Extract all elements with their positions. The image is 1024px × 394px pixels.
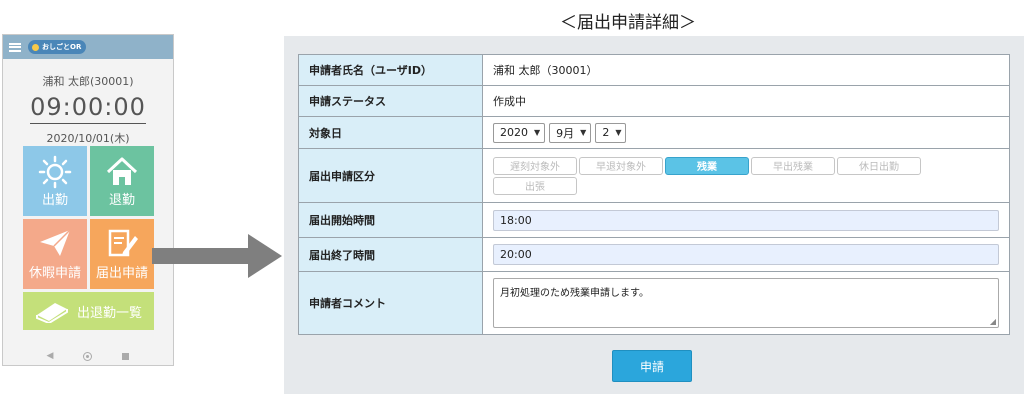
house-icon <box>106 157 138 185</box>
current-date: 2020/10/01(木) <box>46 132 130 145</box>
arrow-right-icon <box>152 234 282 278</box>
comment-label: 申請者コメント <box>298 271 483 335</box>
leave-request-tile[interactable]: 休暇申請 <box>23 219 87 289</box>
end-time-input[interactable]: 20:00 <box>493 244 999 265</box>
chevron-down-icon: ▼ <box>580 128 587 137</box>
chevron-down-icon: ▼ <box>534 128 541 137</box>
row-target-date: 対象日 2020 ▼ 9月 ▼ 2 ▼ <box>298 116 1010 149</box>
screen: おしごとOR 浦和 太郎(30001) 09:00:00 2020/10/01(… <box>0 0 1024 394</box>
applicant-value: 浦和 太郎（30001） <box>482 54 1010 86</box>
category-options: 遅刻対象外 早退対象外 残業 早出残業 休日出勤出張 <box>493 156 923 195</box>
start-time-input[interactable]: 18:00 <box>493 209 999 231</box>
category-option[interactable]: 出張 <box>493 176 577 195</box>
status-value: 作成中 <box>482 85 1010 117</box>
submit-button[interactable]: 申請 <box>612 350 692 382</box>
comment-textarea[interactable]: 月初処理のため残業申請します。 ◢ <box>493 278 999 328</box>
time-underline <box>30 123 146 124</box>
menu-tiles: 出勤 退勤 休暇申請 届出申請 出退勤一覧 <box>23 146 154 333</box>
comment-text: 月初処理のため残業申請します。 <box>500 288 649 299</box>
phone-mockup: おしごとOR 浦和 太郎(30001) 09:00:00 2020/10/01(… <box>2 34 174 366</box>
menu-icon[interactable] <box>9 42 21 52</box>
clock-in-label: 出勤 <box>41 193 68 208</box>
form-panel: 申請者氏名（ユーザID） 浦和 太郎（30001） 申請ステータス 作成中 対象… <box>284 36 1024 394</box>
attendance-list-tile[interactable]: 出退勤一覧 <box>23 292 154 330</box>
leave-request-label: 休暇申請 <box>28 266 81 281</box>
current-time: 09:00:00 <box>30 93 146 121</box>
row-start-time: 届出開始時間 18:00 <box>298 202 1010 238</box>
logo-icon <box>32 43 39 51</box>
status-label: 申請ステータス <box>298 85 483 117</box>
category-option[interactable]: 遅刻対象外 <box>493 156 577 175</box>
target-date-label: 対象日 <box>298 116 483 149</box>
year-value: 2020 <box>500 126 528 139</box>
clock-out-tile[interactable]: 退勤 <box>90 146 154 216</box>
sun-icon <box>38 155 72 189</box>
category-option[interactable]: 早退対象外 <box>579 156 663 175</box>
clock-in-tile[interactable]: 出勤 <box>23 146 87 216</box>
row-applicant: 申請者氏名（ユーザID） 浦和 太郎（30001） <box>298 54 1010 86</box>
chevron-down-icon: ▼ <box>615 128 622 137</box>
attendance-list-label: 出退勤一覧 <box>76 305 142 321</box>
phone-nav-bar: ◀ <box>3 347 173 365</box>
row-category: 届出申請区分 遅刻対象外 早退対象外 残業 早出残業 休日出勤出張 <box>298 148 1010 203</box>
notification-request-label: 届出申請 <box>95 266 148 281</box>
recent-apps-icon[interactable] <box>122 352 130 360</box>
date-selects: 2020 ▼ 9月 ▼ 2 ▼ <box>493 122 999 143</box>
category-option[interactable]: 残業 <box>665 156 749 175</box>
applicant-label: 申請者氏名（ユーザID） <box>298 54 483 86</box>
resize-grip-icon[interactable]: ◢ <box>990 317 996 326</box>
user-name: 浦和 太郎(30001) <box>42 75 134 88</box>
phone-header: おしごとOR <box>3 35 173 59</box>
category-option[interactable]: 早出残業 <box>751 156 835 175</box>
row-end-time: 届出終了時間 20:00 <box>298 237 1010 272</box>
logo-text: おしごとOR <box>42 43 82 51</box>
clock-out-label: 退勤 <box>108 193 135 208</box>
paper-plane-icon <box>40 229 71 256</box>
day-value: 2 <box>602 126 610 139</box>
request-detail-form: 申請者氏名（ユーザID） 浦和 太郎（30001） 申請ステータス 作成中 対象… <box>298 54 1010 335</box>
row-status: 申請ステータス 作成中 <box>298 85 1010 117</box>
back-icon[interactable]: ◀ <box>47 351 54 361</box>
home-icon[interactable] <box>83 351 93 361</box>
page-title: ＜届出申請詳細＞ <box>560 13 696 33</box>
day-select[interactable]: 2 ▼ <box>595 122 627 143</box>
book-icon <box>35 303 68 323</box>
start-time-label: 届出開始時間 <box>298 202 483 238</box>
year-select[interactable]: 2020 ▼ <box>493 122 546 143</box>
notification-request-tile[interactable]: 届出申請 <box>90 219 154 289</box>
month-select[interactable]: 9月 ▼ <box>549 122 592 143</box>
end-time-label: 届出終了時間 <box>298 237 483 272</box>
category-label: 届出申請区分 <box>298 148 483 203</box>
app-logo: おしごとOR <box>28 40 86 54</box>
month-value: 9月 <box>556 126 575 140</box>
category-option[interactable]: 休日出勤 <box>837 156 921 175</box>
document-pen-icon <box>108 229 138 257</box>
row-comment: 申請者コメント 月初処理のため残業申請します。 ◢ <box>298 271 1010 335</box>
